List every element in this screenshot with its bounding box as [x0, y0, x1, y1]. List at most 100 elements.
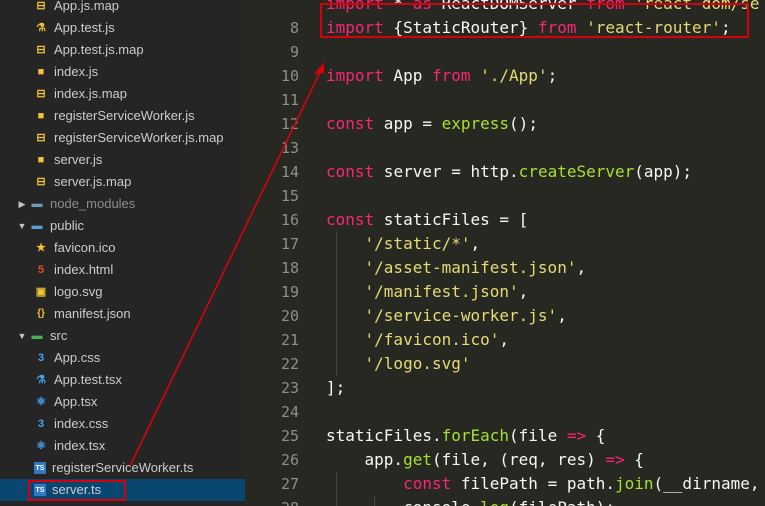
line-number: 19: [280, 283, 299, 301]
tree-item-index-html[interactable]: 5 index.html: [0, 259, 245, 281]
code-token: import: [326, 18, 384, 37]
code-token: const: [326, 210, 375, 229]
tree-item-label: server.ts: [52, 482, 102, 497]
tree-item-registerserviceworker-js-map[interactable]: ⊟ registerServiceWorker.js.map: [0, 127, 245, 149]
react-icon: ⚛: [36, 440, 46, 452]
code-line[interactable]: 17 '/static/*',: [267, 232, 765, 256]
indent-guide: [336, 232, 337, 376]
code-token: '/static/*': [364, 234, 471, 253]
line-number: 11: [280, 91, 299, 109]
code-token: from: [537, 18, 577, 37]
tree-item-registerserviceworker-js[interactable]: ■ registerServiceWorker.js: [0, 105, 245, 127]
code-text: staticFiles.forEach(file => {: [326, 424, 605, 448]
tree-item-label: server.js: [54, 152, 103, 167]
code-line[interactable]: 16 const staticFiles = [: [267, 208, 765, 232]
tree-item-registerserviceworker-ts[interactable]: TS registerServiceWorker.ts: [0, 457, 245, 479]
typescript-file-icon: TS: [34, 462, 46, 474]
tree-item-server-ts[interactable]: TS server.ts: [0, 479, 245, 501]
folder-open-icon: ▬: [31, 330, 43, 342]
code-text: '/logo.svg': [326, 352, 471, 376]
chevron-down-icon[interactable]: ▼: [16, 331, 28, 341]
tree-item-index-tsx[interactable]: ⚛ index.tsx: [0, 435, 245, 457]
tree-item-label: App.tsx: [54, 394, 98, 409]
tree-item-app-test-js-map[interactable]: ⊟ App.test.js.map: [0, 39, 245, 61]
code-line[interactable]: 8 import {StaticRouter} from 'react-route…: [267, 16, 765, 40]
tree-item-app-test-js[interactable]: ⚗ App.test.js: [0, 17, 245, 39]
tree-item-app-test-tsx[interactable]: ⚗ App.test.tsx: [0, 369, 245, 391]
code-token: server = http.: [374, 162, 519, 181]
tree-item-label: index.css: [54, 416, 109, 431]
tree-item-index-js-map[interactable]: ⊟ index.js.map: [0, 83, 245, 105]
code-token: import: [326, 66, 384, 85]
tree-item-app-css[interactable]: 3 App.css: [0, 347, 245, 369]
code-token: ];: [326, 378, 346, 397]
code-token: as: [412, 0, 432, 13]
code-line[interactable]: 26 app.get(file, (req, res) => {: [267, 448, 765, 472]
code-line[interactable]: 22 '/logo.svg': [267, 352, 765, 376]
code-line[interactable]: 19 '/manifest.json',: [267, 280, 765, 304]
code-token: '/asset-manifest.json': [364, 258, 577, 277]
line-number: 13: [280, 139, 299, 157]
code-token: ,: [470, 234, 481, 253]
code-token: ;: [720, 18, 731, 37]
tree-item-label: registerServiceWorker.js.map: [54, 130, 224, 145]
tree-item-node-modules[interactable]: ▶ ▬ node_modules: [0, 193, 245, 215]
code-line[interactable]: 9: [267, 40, 765, 64]
code-text: import App from './App';: [326, 64, 557, 88]
code-token: *: [383, 0, 413, 13]
tree-item-index-css[interactable]: 3 index.css: [0, 413, 245, 435]
code-token: from: [431, 66, 471, 85]
tree-item-server-js[interactable]: ■ server.js: [0, 149, 245, 171]
code-token: '/service-worker.js': [364, 306, 558, 325]
tree-item-src[interactable]: ▼ ▬ src: [0, 325, 245, 347]
json-file-icon: {}: [37, 308, 45, 319]
js-file-icon: ■: [37, 154, 45, 166]
tree-item-app-tsx[interactable]: ⚛ App.tsx: [0, 391, 245, 413]
code-line[interactable]: 27 const filePath = path.join(__dirname,: [267, 472, 765, 496]
tree-item-label: registerServiceWorker.js: [54, 108, 195, 123]
line-number: 23: [280, 379, 299, 397]
tree-item-app-js-map[interactable]: ⊟ App.js.map: [0, 0, 245, 17]
code-line[interactable]: 20 '/service-worker.js',: [267, 304, 765, 328]
code-token: '/logo.svg': [364, 354, 471, 373]
tree-item-label: index.js: [54, 64, 99, 79]
tree-item-index-js[interactable]: ■ index.js: [0, 61, 245, 83]
code-line[interactable]: import * as ReactDOMServer from 'react-d…: [267, 0, 765, 16]
tree-item-public[interactable]: ▼ ▬ public: [0, 215, 245, 237]
tree-item-label: server.js.map: [54, 174, 132, 189]
tree-item-favicon-ico[interactable]: ★ favicon.ico: [0, 237, 245, 259]
file-map-icon: ⊟: [36, 176, 46, 188]
code-line[interactable]: 14 const server = http.createServer(app);: [267, 160, 765, 184]
tree-item-manifest-json[interactable]: {} manifest.json: [0, 303, 245, 325]
code-line[interactable]: 12 const app = express();: [267, 112, 765, 136]
tree-item-logo-svg[interactable]: ▣ logo.svg: [0, 281, 245, 303]
code-line[interactable]: 28 console.log(filePath);: [267, 496, 765, 506]
file-map-icon: ⊟: [36, 132, 46, 144]
code-text: const server = http.createServer(app);: [326, 160, 692, 184]
tree-item-label: App.css: [54, 350, 101, 365]
code-line[interactable]: 25 staticFiles.forEach(file => {: [267, 424, 765, 448]
code-token: staticFiles.: [326, 426, 442, 445]
chevron-down-icon[interactable]: ▼: [16, 221, 28, 231]
code-line[interactable]: 23];: [267, 376, 765, 400]
code-editor[interactable]: import * as ReactDOMServer from 'react-d…: [267, 0, 765, 506]
file-map-icon: ⊟: [36, 44, 46, 56]
tree-item-server-js-map[interactable]: ⊟ server.js.map: [0, 171, 245, 193]
code-line[interactable]: 10 import App from './App';: [267, 64, 765, 88]
code-line[interactable]: 13: [267, 136, 765, 160]
code-token: join: [615, 474, 654, 493]
code-line[interactable]: 15: [267, 184, 765, 208]
code-line[interactable]: 11: [267, 88, 765, 112]
code-token: ;: [547, 66, 558, 85]
chevron-right-icon[interactable]: ▶: [16, 199, 28, 210]
code-token: console.: [326, 498, 480, 506]
code-line[interactable]: 24: [267, 400, 765, 424]
code-line[interactable]: 18 '/asset-manifest.json',: [267, 256, 765, 280]
code-text: '/service-worker.js',: [326, 304, 567, 328]
line-number: 20: [280, 307, 299, 325]
code-line[interactable]: 21 '/favicon.ico',: [267, 328, 765, 352]
